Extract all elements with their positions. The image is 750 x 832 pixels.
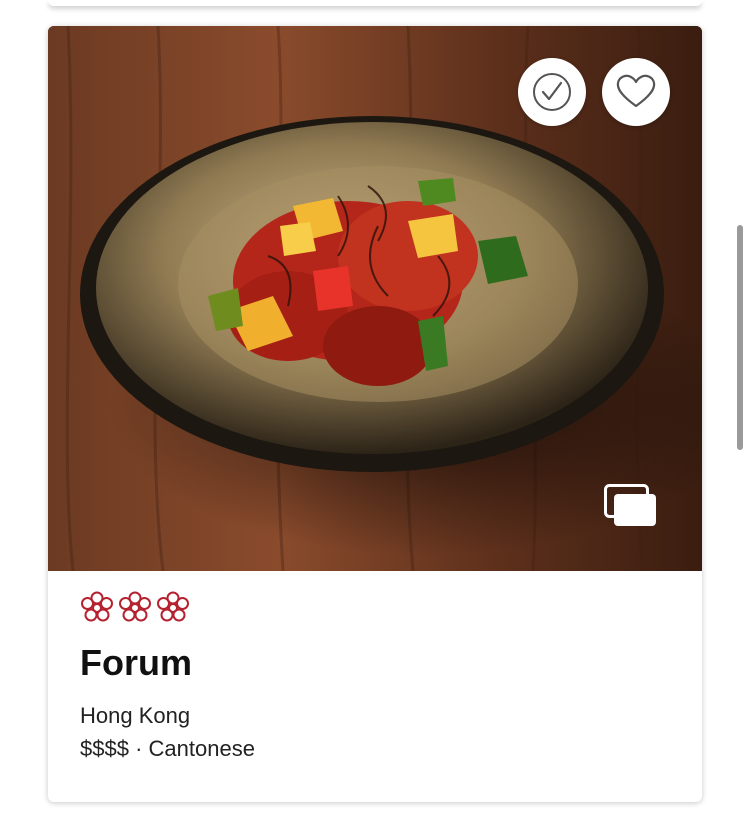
photo-gallery-icon[interactable] [604,484,658,528]
cuisine-type: Cantonese [148,736,255,761]
check-circle-icon [533,73,571,111]
restaurant-card[interactable]: Forum Hong Kong $$$$ · Cantonese [48,26,702,802]
michelin-stars [80,591,190,625]
visited-button[interactable] [518,58,586,126]
restaurant-info: Forum Hong Kong $$$$ · Cantonese [48,571,702,802]
favorite-button[interactable] [602,58,670,126]
michelin-star-icon [81,591,113,622]
previous-card-edge [48,0,702,6]
heart-icon [616,74,656,108]
price-range: $$$$ [80,736,129,761]
restaurant-meta: $$$$ · Cantonese [80,735,255,763]
meta-separator: · [135,736,143,761]
scrollbar[interactable] [737,225,743,450]
restaurant-name[interactable]: Forum [80,641,192,685]
restaurant-photo[interactable] [48,26,702,571]
restaurant-location: Hong Kong [80,703,191,728]
michelin-star-icon [157,591,189,622]
page: Forum Hong Kong $$$$ · Cantonese [0,0,750,832]
michelin-star-icon [119,591,151,622]
